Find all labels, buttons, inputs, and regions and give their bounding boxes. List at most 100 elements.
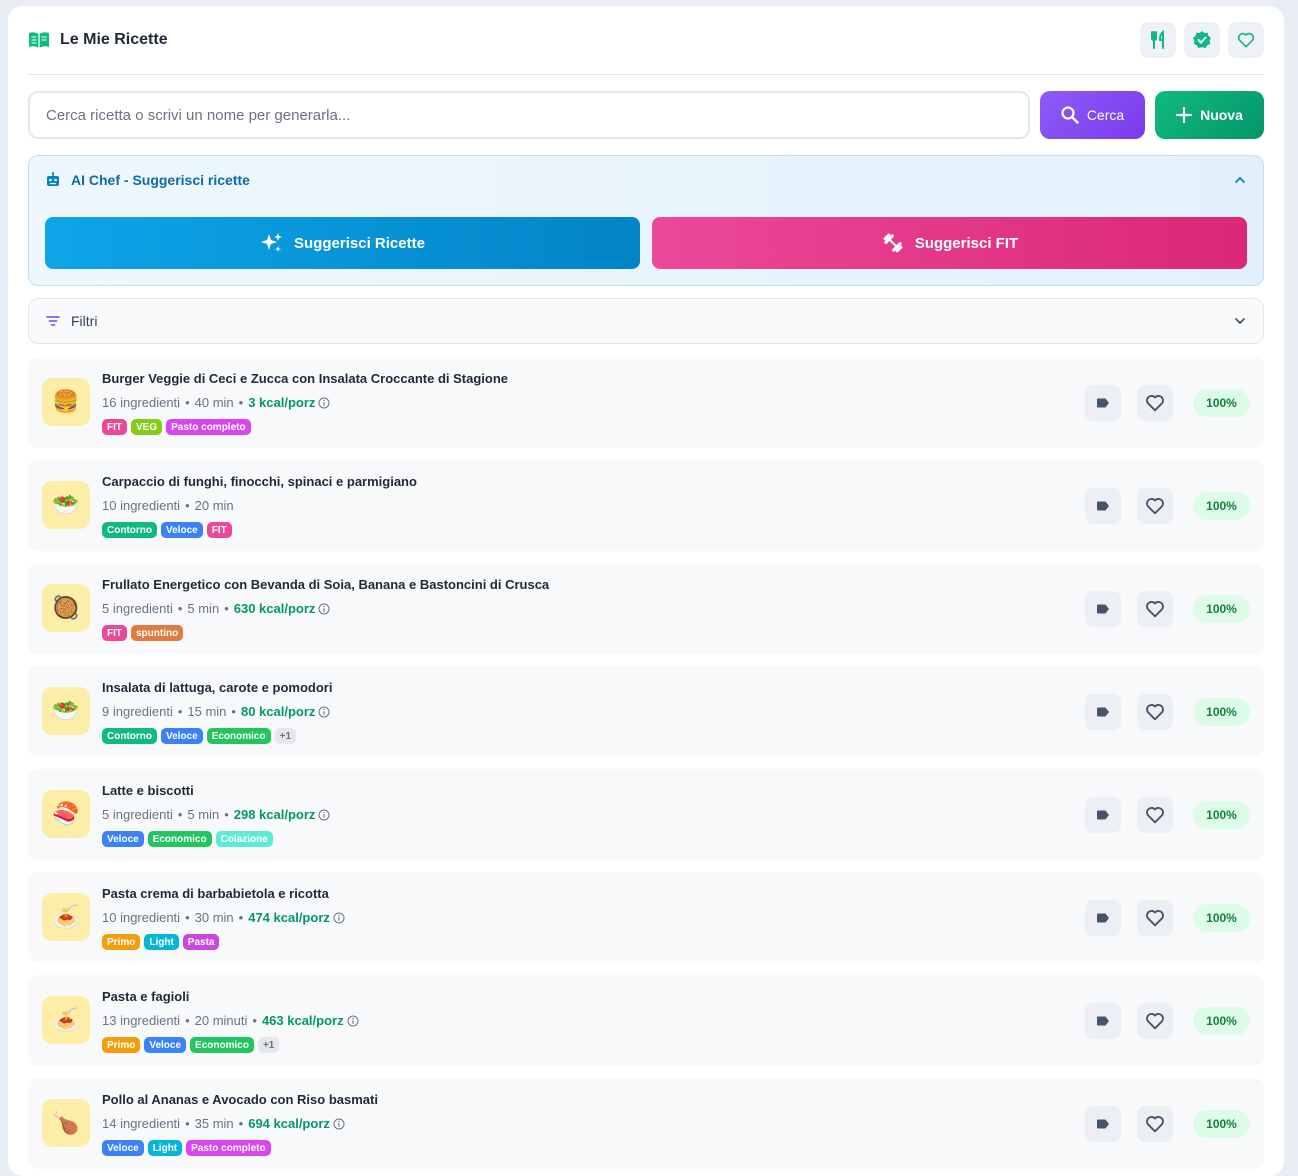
- cutlery-button[interactable]: [1140, 22, 1176, 58]
- heart-outline-icon: [1144, 907, 1166, 929]
- label-button[interactable]: [1085, 488, 1121, 524]
- search-row: Cerca Nuova: [28, 91, 1264, 139]
- food-emoji-icon: 🍣: [52, 801, 80, 826]
- meta-separator: •: [177, 704, 183, 719]
- recipe-name[interactable]: Pasta crema di barbabietola e ricotta: [102, 886, 329, 901]
- info-icon[interactable]: [318, 397, 330, 409]
- match-badge: 100%: [1193, 698, 1250, 726]
- label-button[interactable]: [1085, 900, 1121, 936]
- favorite-button[interactable]: [1137, 1106, 1173, 1142]
- info-icon[interactable]: [318, 809, 330, 821]
- page-title: Le Mie Ricette: [60, 31, 168, 48]
- chevron-down-icon[interactable]: [1233, 314, 1247, 328]
- meta-separator: •: [224, 601, 229, 616]
- new-recipe-button[interactable]: Nuova: [1155, 91, 1264, 139]
- chevron-up-icon[interactable]: [1233, 173, 1247, 187]
- recipe-tag: Veloce: [144, 1037, 187, 1053]
- recipe-tags: Primo Light Pasta: [102, 934, 220, 950]
- label-button[interactable]: [1085, 797, 1121, 833]
- recipe-name[interactable]: Pasta e fagioli: [102, 989, 189, 1004]
- recipe-row[interactable]: 🍣 Latte e biscotti 5 ingredienti • 5 min • 298…: [28, 769, 1264, 860]
- recipe-tag: Veloce: [161, 522, 203, 538]
- ai-chef-title: AI Chef - Suggerisci ricette: [71, 172, 250, 188]
- recipe-name[interactable]: Insalata di lattuga, carote e pomodori: [102, 680, 332, 695]
- suggest-fit-button[interactable]: Suggerisci FIT: [652, 217, 1247, 269]
- label-icon: [1095, 395, 1111, 411]
- ai-chef-header[interactable]: AI Chef - Suggerisci ricette: [45, 169, 1247, 191]
- favorite-button[interactable]: [1137, 488, 1173, 524]
- label-icon: [1095, 1013, 1111, 1029]
- cook-time: 40 min: [194, 395, 234, 410]
- recipe-thumbnail: 🍔: [42, 378, 90, 426]
- calories: 694 kcal/porz: [248, 1116, 330, 1131]
- label-button[interactable]: [1085, 694, 1121, 730]
- recipe-meta: 10 ingredienti • 20 min: [102, 498, 234, 513]
- recipe-row[interactable]: 🍝 Pasta e fagioli 13 ingredienti • 20 minuti…: [28, 975, 1264, 1066]
- recipe-tag: VEG: [131, 419, 163, 435]
- verified-button[interactable]: [1184, 22, 1220, 58]
- header: Le Mie Ricette: [28, 6, 1264, 75]
- info-icon[interactable]: [347, 1015, 359, 1027]
- filters-panel[interactable]: Filtri: [28, 298, 1264, 344]
- label-button[interactable]: [1085, 1003, 1121, 1039]
- label-icon: [1095, 601, 1111, 617]
- label-button[interactable]: [1085, 1106, 1121, 1142]
- recipe-name[interactable]: Burger Veggie di Ceci e Zucca con Insala…: [102, 371, 508, 386]
- search-button[interactable]: Cerca: [1040, 91, 1145, 139]
- calories: 630 kcal/porz: [233, 601, 316, 616]
- favorite-button[interactable]: [1137, 797, 1173, 833]
- info-icon[interactable]: [318, 706, 330, 718]
- recipe-name[interactable]: Pollo al Ananas e Avocado con Riso basma…: [102, 1092, 378, 1107]
- suggest-recipes-label: Suggerisci Ricette: [294, 234, 425, 252]
- info-icon[interactable]: [333, 912, 345, 924]
- book-icon: [28, 29, 50, 51]
- info-icon[interactable]: [318, 603, 330, 615]
- filters-label: Filtri: [71, 313, 98, 329]
- sparkles-icon: [261, 233, 283, 252]
- meta-separator: •: [252, 1013, 257, 1028]
- recipe-tag: Primo: [102, 1037, 141, 1053]
- heart-outline-icon: [1144, 1113, 1166, 1135]
- recipe-tag: Economico: [147, 831, 212, 847]
- favorite-button[interactable]: [1137, 1003, 1173, 1039]
- filter-icon: [46, 316, 60, 326]
- recipe-tag: FIT: [206, 522, 232, 538]
- recipe-row[interactable]: 🍔 Burger Veggie di Ceci e Zucca con Insal…: [28, 357, 1264, 448]
- match-badge: 100%: [1193, 904, 1250, 932]
- favorites-button[interactable]: [1228, 22, 1264, 58]
- recipe-row[interactable]: 🍝 Pasta crema di barbabietola e ricotta 10…: [28, 872, 1264, 963]
- suggest-fit-label: Suggerisci FIT: [914, 234, 1019, 252]
- recipe-tag: Pasta: [182, 934, 220, 950]
- recipe-row[interactable]: 🥘 Frullato Energetico con Bevanda di Soia…: [28, 563, 1264, 654]
- search-input[interactable]: [28, 91, 1030, 139]
- food-emoji-icon: 🍗: [52, 1110, 80, 1135]
- recipe-row[interactable]: 🥗 Insalata di lattuga, carote e pomodori 9…: [28, 666, 1264, 757]
- recipe-row[interactable]: 🥗 Carpaccio di funghi, finocchi, spinaci …: [28, 460, 1264, 551]
- info-icon[interactable]: [333, 1118, 345, 1130]
- calories: 80 kcal/porz: [240, 704, 316, 719]
- ingredients-count: 5 ingredienti: [102, 807, 173, 822]
- label-icon: [1095, 910, 1111, 926]
- recipe-list: 🍔 Burger Veggie di Ceci e Zucca con Insal…: [28, 357, 1264, 1176]
- ai-chef-panel: AI Chef - Suggerisci ricette Suggerisci …: [28, 155, 1264, 286]
- meta-separator: •: [238, 395, 244, 410]
- favorite-button[interactable]: [1137, 385, 1173, 421]
- label-button[interactable]: [1085, 385, 1121, 421]
- label-button[interactable]: [1085, 591, 1121, 627]
- recipe-name[interactable]: Carpaccio di funghi, finocchi, spinaci e…: [102, 474, 417, 489]
- recipe-name[interactable]: Latte e biscotti: [102, 783, 194, 798]
- recipe-name[interactable]: Frullato Energetico con Bevanda di Soia,…: [102, 577, 549, 592]
- recipe-thumbnail: 🥘: [42, 584, 90, 632]
- favorite-button[interactable]: [1137, 694, 1173, 730]
- recipe-tags: Primo Veloce Economico +1: [102, 1037, 280, 1053]
- recipe-thumbnail: 🥗: [42, 687, 90, 735]
- recipe-row[interactable]: 🍗 Pollo al Ananas e Avocado con Riso basm…: [28, 1078, 1264, 1169]
- favorite-button[interactable]: [1137, 900, 1173, 936]
- recipe-tag: spuntino: [131, 625, 184, 641]
- heart-outline-icon: [1144, 701, 1166, 723]
- search-button-label: Cerca: [1086, 107, 1125, 123]
- favorite-button[interactable]: [1137, 591, 1173, 627]
- recipe-tags: Contorno Veloce Economico +1: [102, 728, 297, 744]
- suggest-recipes-button[interactable]: Suggerisci Ricette: [45, 217, 640, 269]
- recipe-tag: Light: [147, 1140, 183, 1156]
